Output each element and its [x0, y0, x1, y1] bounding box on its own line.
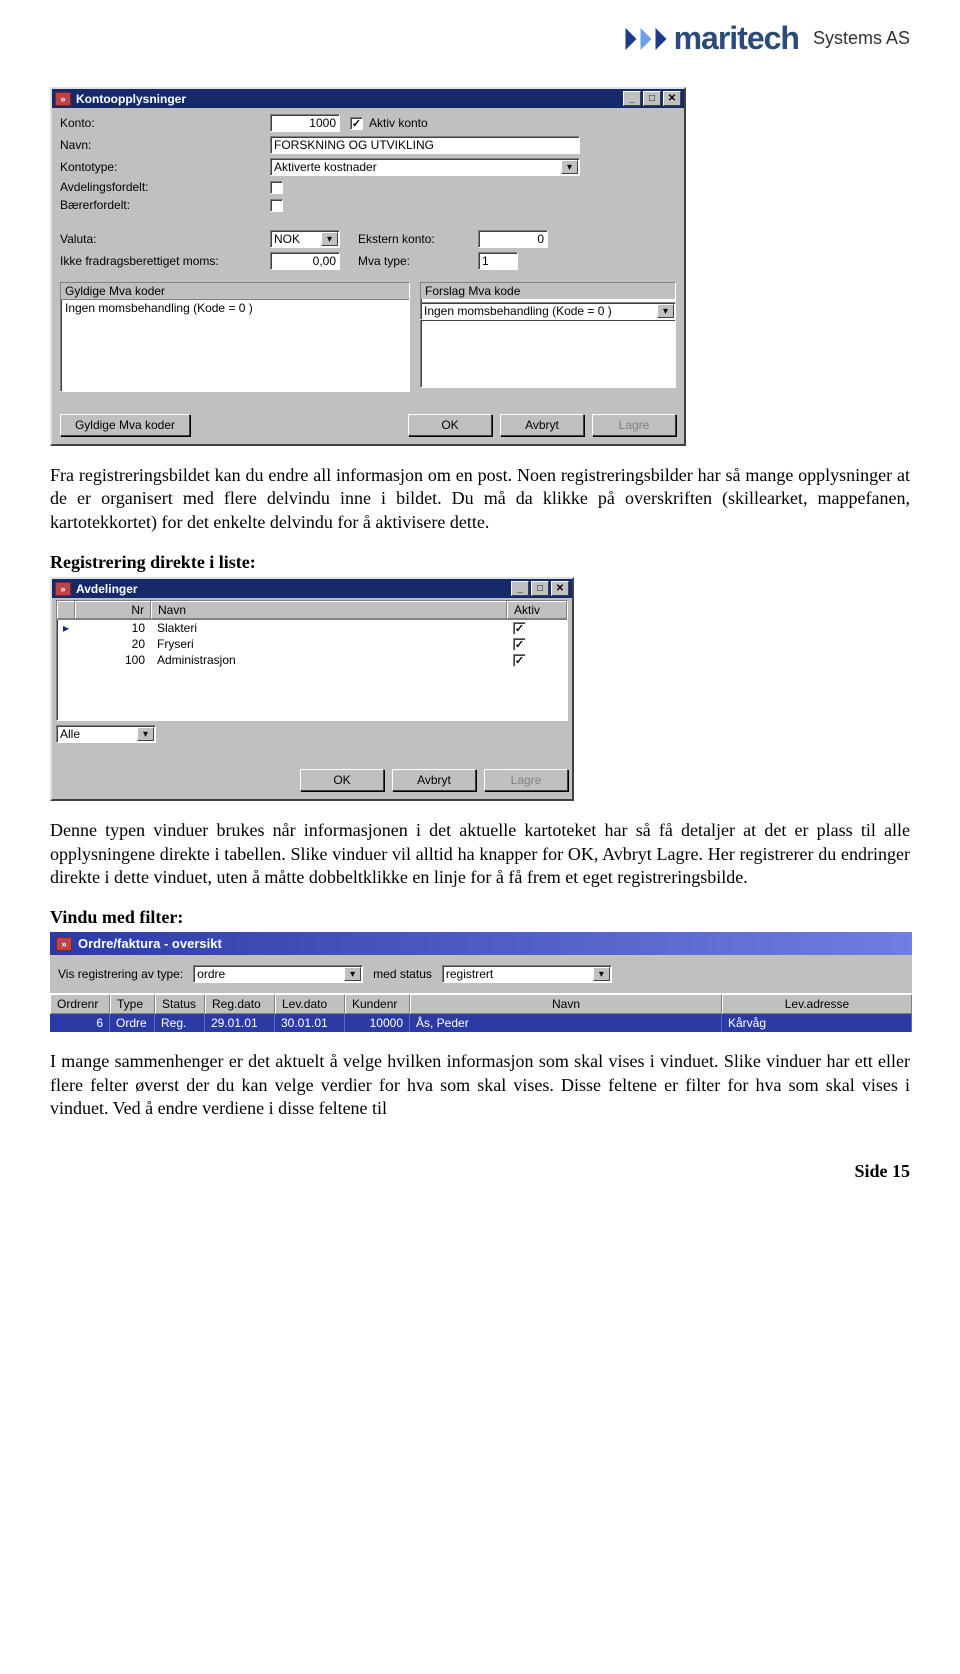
avdelinger-titlebar[interactable]: » Avdelinger _ □ ✕	[52, 579, 572, 598]
app-icon: »	[56, 937, 72, 951]
table-row[interactable]: 20 Fryseri ✓	[57, 636, 567, 652]
valuta-combo[interactable]: NOK	[270, 230, 340, 248]
col-levadresse[interactable]: Lev.adresse	[722, 994, 912, 1014]
table-row[interactable]: ▸ 10 Slakteri ✓	[57, 620, 567, 636]
paragraph-2: Denne typen vinduer brukes når informasj…	[50, 819, 910, 889]
brand-logo: maritech Systems AS	[624, 20, 910, 57]
cell-levadresse: Kårvåg	[722, 1014, 912, 1032]
table-row[interactable]: 6 Ordre Reg. 29.01.01 30.01.01 10000 Ås,…	[50, 1014, 912, 1032]
aktiv-checkbox[interactable]: ✓	[513, 654, 526, 667]
gyldige-mva-item[interactable]: Ingen momsbehandling (Kode = 0 )	[61, 300, 409, 316]
baererfordelt-checkbox[interactable]	[270, 199, 283, 212]
brand-suffix: Systems AS	[813, 28, 910, 49]
kontotype-label: Kontotype:	[60, 160, 270, 174]
avdelinger-dialog: » Avdelinger _ □ ✕ Nr Navn Aktiv ▸ 10 Sl…	[50, 577, 574, 801]
app-icon: »	[55, 582, 71, 596]
aktiv-checkbox[interactable]: ✓	[513, 622, 526, 635]
navn-label: Navn:	[60, 138, 270, 152]
lagre-button[interactable]: Lagre	[484, 769, 568, 791]
page-number: Side 15	[50, 1161, 910, 1182]
col-navn[interactable]: Navn	[410, 994, 722, 1014]
aktiv-checkbox[interactable]: ✓	[513, 638, 526, 651]
mvatype-label: Mva type:	[358, 254, 478, 268]
col-navn[interactable]: Navn	[151, 601, 507, 619]
heading-registrering: Registrering direkte i liste:	[50, 552, 910, 573]
minimize-button[interactable]: _	[623, 91, 641, 106]
window-title: Avdelinger	[76, 582, 509, 596]
cell-kundenr: 10000	[345, 1014, 410, 1032]
ok-button[interactable]: OK	[300, 769, 384, 791]
cell-navn[interactable]: Fryseri	[151, 636, 507, 652]
kontoopplysninger-titlebar[interactable]: » Kontoopplysninger _ □ ✕	[52, 89, 684, 108]
moms-label: Ikke fradragsberettiget moms:	[60, 254, 270, 268]
avdelingsfordelt-checkbox[interactable]	[270, 181, 283, 194]
col-status[interactable]: Status	[155, 994, 205, 1014]
brand-name: maritech	[674, 20, 799, 57]
forslag-mva-combo[interactable]: Ingen momsbehandling (Kode = 0 )	[420, 302, 676, 320]
ordre-titlebar[interactable]: » Ordre/faktura - oversikt	[50, 932, 912, 955]
cell-type: Ordre	[110, 1014, 155, 1032]
col-regdato[interactable]: Reg.dato	[205, 994, 275, 1014]
avbryt-button[interactable]: Avbryt	[500, 414, 584, 436]
konto-input[interactable]: 1000	[270, 114, 340, 132]
ekstern-konto-input[interactable]: 0	[478, 230, 548, 248]
filter-status-combo[interactable]: registrert	[442, 965, 612, 983]
col-ordrenr[interactable]: Ordrenr	[50, 994, 110, 1014]
col-aktiv[interactable]: Aktiv	[507, 601, 567, 619]
konto-label: Konto:	[60, 116, 270, 130]
gyldige-header: Gyldige Mva koder	[61, 283, 409, 300]
paragraph-1: Fra registreringsbildet kan du endre all…	[50, 464, 910, 534]
table-row[interactable]: 100 Administrasjon ✓	[57, 652, 567, 668]
avdelingsfordelt-label: Avdelingsfordelt:	[60, 180, 270, 194]
row-marker-icon: ▸	[57, 620, 75, 636]
cell-nr[interactable]: 100	[75, 652, 151, 668]
close-button[interactable]: ✕	[663, 91, 681, 106]
filter-type-combo[interactable]: ordre	[193, 965, 363, 983]
cell-ordrenr: 6	[50, 1014, 110, 1032]
maximize-button[interactable]: □	[531, 581, 549, 596]
col-type[interactable]: Type	[110, 994, 155, 1014]
window-title: Ordre/faktura - oversikt	[78, 936, 222, 951]
ordre-faktura-panel: » Ordre/faktura - oversikt Vis registrer…	[50, 932, 912, 1032]
avbryt-button[interactable]: Avbryt	[392, 769, 476, 791]
ordre-grid: Ordrenr Type Status Reg.dato Lev.dato Ku…	[50, 993, 912, 1032]
cell-status: Reg.	[155, 1014, 205, 1032]
col-levdato[interactable]: Lev.dato	[275, 994, 345, 1014]
logo-arrows-icon	[624, 28, 668, 50]
col-nr[interactable]: Nr	[75, 601, 151, 619]
kontoopplysninger-dialog: » Kontoopplysninger _ □ ✕ Konto: 1000 ✓ …	[50, 87, 686, 446]
cell-regdato: 29.01.01	[205, 1014, 275, 1032]
cell-nr[interactable]: 20	[75, 636, 151, 652]
lagre-button[interactable]: Lagre	[592, 414, 676, 436]
cell-nr[interactable]: 10	[75, 620, 151, 636]
app-icon: »	[55, 92, 71, 106]
kontotype-combo[interactable]: Aktiverte kostnader	[270, 158, 580, 176]
mvatype-input[interactable]: 1	[478, 252, 518, 270]
maximize-button[interactable]: □	[643, 91, 661, 106]
ekstern-konto-label: Ekstern konto:	[358, 232, 478, 246]
ok-button[interactable]: OK	[408, 414, 492, 436]
cell-navn[interactable]: Administrasjon	[151, 652, 507, 668]
filter-combo[interactable]: Alle	[56, 725, 156, 743]
col-kundenr[interactable]: Kundenr	[345, 994, 410, 1014]
cell-navn: Ås, Peder	[410, 1014, 722, 1032]
aktiv-konto-checkbox[interactable]: ✓	[350, 117, 363, 130]
minimize-button[interactable]: _	[511, 581, 529, 596]
gyldige-mva-koder-button[interactable]: Gyldige Mva koder	[60, 414, 190, 436]
window-title: Kontoopplysninger	[76, 92, 621, 106]
baererfordelt-label: Bærerfordelt:	[60, 198, 270, 212]
close-button[interactable]: ✕	[551, 581, 569, 596]
paragraph-3: I mange sammenhenger er det aktuelt å ve…	[50, 1050, 910, 1120]
cell-navn[interactable]: Slakteri	[151, 620, 507, 636]
cell-levdato: 30.01.01	[275, 1014, 345, 1032]
navn-input[interactable]: FORSKNING OG UTVIKLING	[270, 136, 580, 154]
filter-status-label: med status	[373, 967, 432, 981]
filter-type-label: Vis registrering av type:	[58, 967, 183, 981]
forslag-header: Forslag Mva kode	[421, 283, 675, 299]
heading-vindu-filter: Vindu med filter:	[50, 907, 910, 928]
page-header: maritech Systems AS	[50, 20, 910, 57]
valuta-label: Valuta:	[60, 232, 270, 246]
aktiv-konto-label: Aktiv konto	[369, 116, 428, 130]
moms-input[interactable]: 0,00	[270, 252, 340, 270]
